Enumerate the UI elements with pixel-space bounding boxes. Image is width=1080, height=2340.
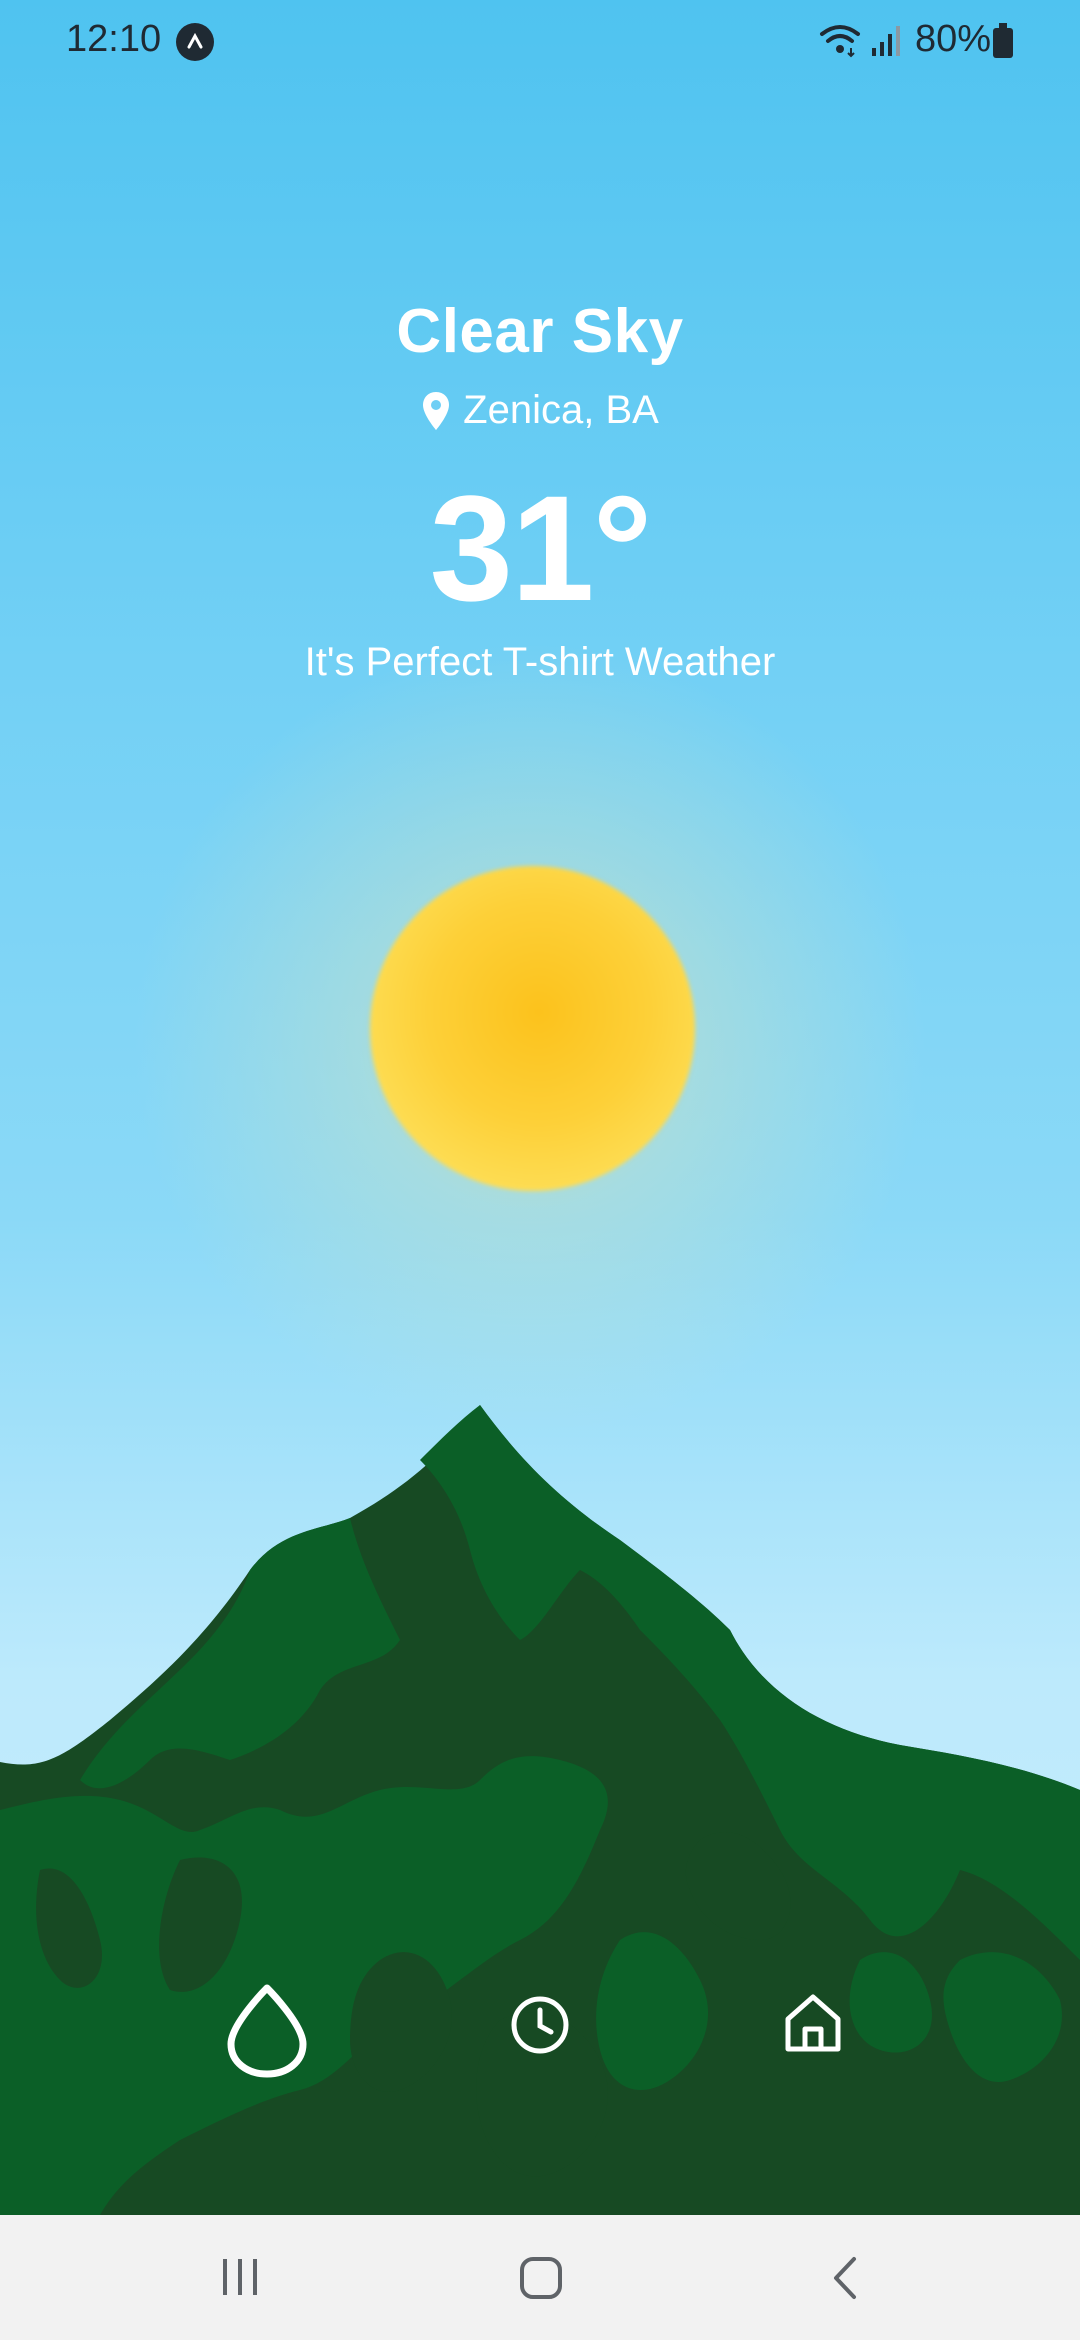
location-row: Zenica, BA: [0, 388, 1080, 433]
location-pin-icon: [423, 391, 450, 430]
home-button-icon: [520, 2257, 562, 2299]
droplet-icon: [227, 1984, 307, 2078]
status-bar: 12:10 80%: [0, 0, 1080, 84]
signal-icon: [870, 24, 902, 63]
home-button[interactable]: [518, 2255, 564, 2306]
back-icon: [834, 2257, 856, 2299]
bottom-tab-bar: [0, 1980, 1080, 2090]
tab-forecast[interactable]: [505, 1990, 575, 2060]
recent-apps-button[interactable]: [215, 2255, 265, 2304]
temperature: 31°: [429, 464, 653, 632]
status-time: 12:10: [66, 18, 162, 60]
back-button[interactable]: [828, 2255, 862, 2306]
location-label: Zenica, BA: [463, 388, 659, 432]
app-badge-icon: [176, 23, 214, 61]
wifi-icon: [818, 22, 862, 63]
battery-percent: 80%: [915, 18, 992, 60]
mountain-illustration: [0, 1405, 1080, 2215]
weather-message: It's Perfect T-shirt Weather: [304, 640, 776, 684]
tab-home[interactable]: [778, 1988, 848, 2058]
recent-apps-icon: [223, 2259, 257, 2295]
system-nav-bar: [0, 2215, 1080, 2340]
tab-humidity[interactable]: [222, 1980, 312, 2080]
battery-icon: [993, 23, 1013, 58]
weather-screen: 12:10 80% Clear Sky Zenica, BA 31° It's …: [0, 0, 1080, 2215]
clock-icon: [511, 1996, 569, 2054]
sun-illustration: [370, 866, 695, 1191]
weather-condition: Clear Sky: [396, 297, 684, 366]
home-icon: [785, 1994, 841, 2052]
